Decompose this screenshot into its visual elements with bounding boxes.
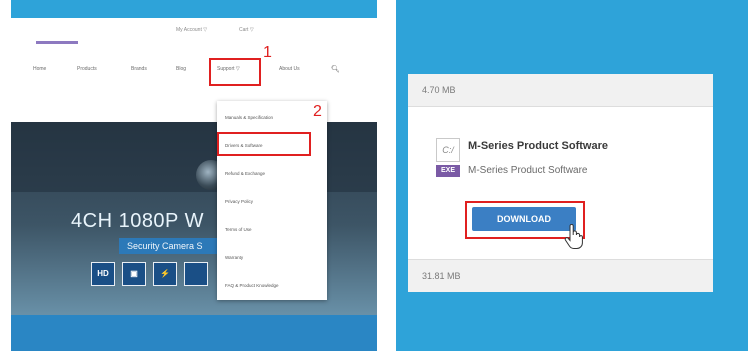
download-card: 4.70 MB C:/ EXE M-Series Product Softwar… [408, 74, 713, 292]
support-highlight-box [209, 58, 261, 86]
hero-subtitle: Security Camera S [119, 238, 232, 254]
nav-blog[interactable]: Blog [176, 66, 186, 72]
menu-item-terms[interactable]: Terms of Use [225, 227, 252, 232]
left-screenshot-panel: My Account ▽ Cart ▽ Home Products Brands… [11, 0, 377, 351]
drivers-highlight-box [217, 132, 311, 156]
nav-products[interactable]: Products [77, 66, 97, 72]
divider [408, 106, 713, 107]
menu-item-warranty[interactable]: Warranty [225, 255, 243, 260]
file-size-top: 4.70 MB [422, 85, 456, 95]
nav-brands[interactable]: Brands [131, 66, 147, 72]
feature-power-icon: ⚡ [153, 262, 177, 286]
feature-poe-icon: ▣ [122, 262, 146, 286]
exe-badge: EXE [436, 165, 460, 177]
size-row-top: 4.70 MB [408, 74, 713, 106]
product-subtitle: M-Series Product Software [468, 165, 588, 176]
top-blue-bar [11, 0, 377, 18]
my-account-link[interactable]: My Account ▽ [176, 27, 207, 33]
step-number-2: 2 [313, 103, 322, 120]
menu-item-manuals[interactable]: Manuals & Specification [225, 115, 273, 120]
step-number-1: 1 [263, 44, 272, 61]
hero-bottom-band [11, 315, 377, 351]
download-button[interactable]: DOWNLOAD [472, 207, 576, 231]
file-icon: C:/ [436, 138, 460, 162]
logo[interactable] [36, 41, 78, 44]
nav-about-us[interactable]: About Us [279, 66, 300, 72]
size-row-bottom: 31.81 MB [408, 260, 713, 292]
feature-hd-icon: HD [91, 262, 115, 286]
menu-item-faq[interactable]: FAQ & Product Knowledge [225, 283, 279, 288]
support-dropdown-menu: Manuals & Specification Drivers & Softwa… [217, 101, 327, 300]
main-nav: Home Products Brands Blog Support ▽ Abou… [11, 66, 377, 80]
top-links: My Account ▽ Cart ▽ [11, 27, 377, 37]
search-icon[interactable]: 🔍︎ [331, 65, 340, 73]
nav-home[interactable]: Home [33, 66, 46, 72]
product-title: M-Series Product Software [468, 140, 608, 152]
cart-link[interactable]: Cart ▽ [239, 27, 254, 33]
file-size-bottom: 31.81 MB [422, 271, 461, 281]
feature-extra-icon [184, 262, 208, 286]
menu-item-privacy[interactable]: Privacy Policy [225, 199, 253, 204]
right-screenshot-panel: 4.70 MB C:/ EXE M-Series Product Softwar… [396, 0, 748, 351]
hero-title: 4CH 1080P W [71, 210, 204, 232]
menu-item-refund[interactable]: Refund & Exchange [225, 171, 265, 176]
hand-cursor-icon [564, 224, 583, 249]
